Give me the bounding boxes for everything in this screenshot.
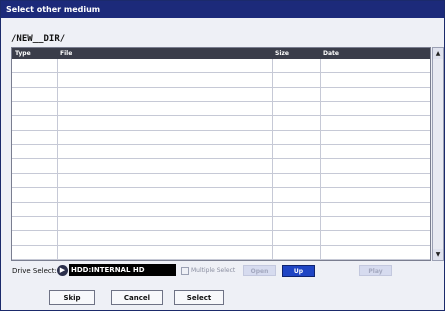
multiple-select-checkbox[interactable] [181,267,189,275]
table-row[interactable] [12,73,430,88]
table-row[interactable] [12,116,430,131]
column-divider [57,59,58,260]
dialog-title: Select other medium [1,1,444,18]
column-file[interactable]: File [57,48,272,59]
table-row[interactable] [12,203,430,217]
drive-select-arrow-icon[interactable]: ▶ [57,265,68,276]
table-row[interactable] [12,174,430,189]
table-row[interactable] [12,145,430,160]
column-divider [320,59,321,260]
file-table[interactable]: Type File Size Date [11,47,431,261]
table-scrollbar[interactable]: ▲ ▼ [432,47,444,261]
column-date[interactable]: Date [320,48,430,59]
select-button[interactable]: Select [174,290,224,305]
drive-select-label: Drive Select: [12,267,57,275]
up-button[interactable]: Up [282,265,315,277]
column-size[interactable]: Size [272,48,320,59]
table-row[interactable] [12,246,430,260]
column-type[interactable]: Type [12,48,57,59]
scroll-up-icon[interactable]: ▲ [433,48,443,59]
table-row[interactable] [12,217,430,232]
table-row[interactable] [12,131,430,146]
cancel-button[interactable]: Cancel [111,290,163,305]
table-row[interactable] [12,160,430,174]
select-medium-dialog: Select other medium /NEW__DIR/ Type File… [0,0,445,311]
table-row[interactable] [12,88,430,103]
table-header: Type File Size Date [12,48,430,59]
table-body [12,59,430,260]
table-row[interactable] [12,59,430,74]
multiple-select-label: Multiple Select [191,267,236,274]
current-path: /NEW__DIR/ [11,34,66,44]
open-button[interactable]: Open [243,265,276,276]
scroll-down-icon[interactable]: ▼ [433,249,443,260]
column-divider [272,59,273,260]
table-row[interactable] [12,102,430,117]
table-row[interactable] [12,231,430,246]
skip-button[interactable]: Skip [49,290,95,305]
play-button[interactable]: Play [359,265,392,276]
table-row[interactable] [12,188,430,203]
drive-select-field[interactable]: HDD:INTERNAL HD [69,264,176,276]
